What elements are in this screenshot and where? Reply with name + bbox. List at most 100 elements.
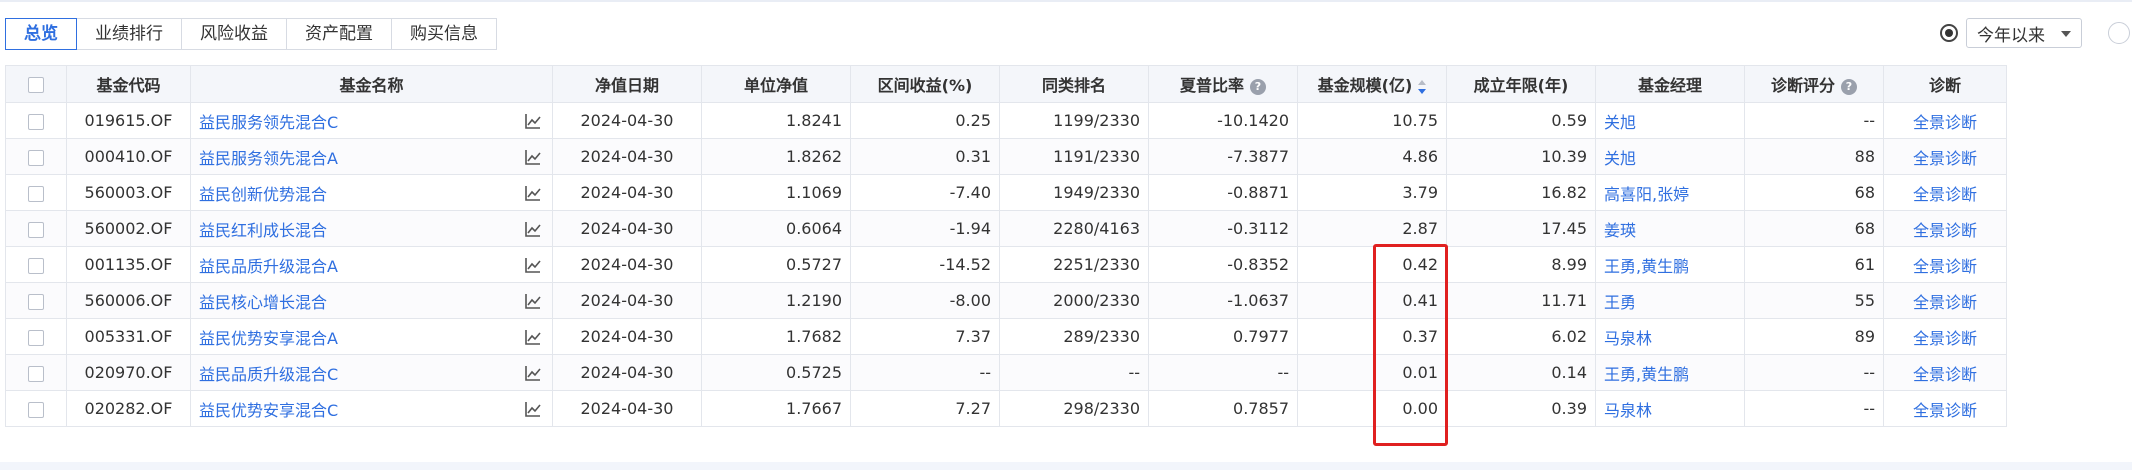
unit-nav: 1.7682 xyxy=(701,318,851,355)
tab-performance-ranking[interactable]: 业绩排行 xyxy=(77,18,182,50)
row-checkbox-cell[interactable] xyxy=(5,174,67,211)
view-tabs: 总览 业绩排行 风险收益 资产配置 购买信息 xyxy=(5,18,497,50)
fund-manager-link[interactable]: 王勇 xyxy=(1604,293,1636,312)
row-checkbox[interactable] xyxy=(28,221,44,238)
diagnosis-cell: 全景诊断 xyxy=(1883,102,2007,139)
fund-manager-link[interactable]: 高喜阳,张婷 xyxy=(1604,185,1689,204)
chart-icon[interactable] xyxy=(524,328,542,346)
diagnosis-link[interactable]: 全景诊断 xyxy=(1913,329,1977,348)
chart-icon[interactable] xyxy=(524,364,542,382)
peer-rank: 2280/4163 xyxy=(999,210,1149,247)
select-all-cell[interactable] xyxy=(5,65,67,103)
col-years: 成立年限(年) xyxy=(1446,65,1596,103)
fund-code: 560006.OF xyxy=(66,282,191,319)
chart-icon[interactable] xyxy=(524,112,542,130)
fund-manager-link[interactable]: 王勇,黄生鹏 xyxy=(1604,257,1689,276)
diagnosis-link[interactable]: 全景诊断 xyxy=(1913,185,1977,204)
unit-nav: 0.5725 xyxy=(701,354,851,391)
years-established: 0.14 xyxy=(1446,354,1596,391)
diagnosis-link[interactable]: 全景诊断 xyxy=(1913,401,1977,420)
fund-name-link[interactable]: 益民品质升级混合C xyxy=(199,365,338,384)
fund-manager-link[interactable]: 马泉林 xyxy=(1604,401,1652,420)
sort-icon[interactable] xyxy=(1418,79,1427,94)
row-checkbox-cell[interactable] xyxy=(5,246,67,283)
diagnosis-link[interactable]: 全景诊断 xyxy=(1913,365,1977,384)
fund-size: 0.01 xyxy=(1297,354,1447,391)
range-select[interactable]: 今年以来 xyxy=(1966,18,2082,48)
chart-icon[interactable] xyxy=(524,292,542,310)
row-checkbox-cell[interactable] xyxy=(5,210,67,247)
fund-name-cell: 益民优势安享混合A xyxy=(190,318,553,355)
row-checkbox-cell[interactable] xyxy=(5,318,67,355)
select-all-checkbox[interactable] xyxy=(28,77,44,93)
diagnosis-link[interactable]: 全景诊断 xyxy=(1913,293,1977,312)
bottom-divider xyxy=(0,462,2132,470)
row-checkbox-cell[interactable] xyxy=(5,102,67,139)
row-checkbox[interactable] xyxy=(28,257,44,274)
fund-manager-link[interactable]: 姜瑛 xyxy=(1604,221,1636,240)
fund-name-link[interactable]: 益民创新优势混合 xyxy=(199,185,327,204)
diagnosis-cell: 全景诊断 xyxy=(1883,138,2007,175)
row-checkbox[interactable] xyxy=(28,401,44,418)
diagnosis-score: 68 xyxy=(1744,210,1884,247)
diagnosis-link[interactable]: 全景诊断 xyxy=(1913,257,1977,276)
unit-nav: 1.8241 xyxy=(701,102,851,139)
fund-manager-cell: 王勇 xyxy=(1595,282,1745,319)
diagnosis-cell: 全景诊断 xyxy=(1883,282,2007,319)
col-peer-rank: 同类排名 xyxy=(999,65,1149,103)
years-established: 16.82 xyxy=(1446,174,1596,211)
diagnosis-link[interactable]: 全景诊断 xyxy=(1913,221,1977,240)
col-sharpe: 夏普比率? xyxy=(1148,65,1298,103)
fund-manager-link[interactable]: 王勇,黄生鹏 xyxy=(1604,365,1689,384)
fund-name-link[interactable]: 益民服务领先混合C xyxy=(199,113,338,132)
tab-purchase-info[interactable]: 购买信息 xyxy=(392,18,497,50)
nav-date: 2024-04-30 xyxy=(552,318,702,355)
diagnosis-link[interactable]: 全景诊断 xyxy=(1913,113,1977,132)
chart-icon[interactable] xyxy=(524,400,542,418)
fund-name-link[interactable]: 益民品质升级混合A xyxy=(199,257,338,276)
nav-date: 2024-04-30 xyxy=(552,354,702,391)
peer-rank: -- xyxy=(999,354,1149,391)
row-checkbox-cell[interactable] xyxy=(5,390,67,427)
chart-icon[interactable] xyxy=(524,256,542,274)
help-icon[interactable]: ? xyxy=(1841,78,1857,95)
chart-icon[interactable] xyxy=(524,148,542,166)
row-checkbox[interactable] xyxy=(28,365,44,382)
fund-manager-link[interactable]: 关旭 xyxy=(1604,149,1636,168)
fund-manager-link[interactable]: 关旭 xyxy=(1604,113,1636,132)
second-range-radio[interactable] xyxy=(2108,22,2130,44)
years-established: 17.45 xyxy=(1446,210,1596,247)
tab-overview[interactable]: 总览 xyxy=(5,18,77,50)
row-checkbox[interactable] xyxy=(28,329,44,346)
fund-name-link[interactable]: 益民核心增长混合 xyxy=(199,293,327,312)
period-return: -7.40 xyxy=(850,174,1000,211)
fund-manager-link[interactable]: 马泉林 xyxy=(1604,329,1652,348)
col-fund-size[interactable]: 基金规模(亿) xyxy=(1297,65,1447,103)
help-icon[interactable]: ? xyxy=(1250,78,1266,95)
row-checkbox[interactable] xyxy=(28,149,44,166)
peer-rank: 289/2330 xyxy=(999,318,1149,355)
col-score-label: 诊断评分 xyxy=(1770,76,1835,95)
row-checkbox-cell[interactable] xyxy=(5,282,67,319)
sharpe-ratio: -0.3112 xyxy=(1148,210,1298,247)
fund-name-link[interactable]: 益民红利成长混合 xyxy=(199,221,327,240)
unit-nav: 1.1069 xyxy=(701,174,851,211)
table-row: 020282.OF 益民优势安享混合C 2024-04-30 1.7667 7.27 29… xyxy=(5,390,2007,427)
row-checkbox[interactable] xyxy=(28,293,44,310)
tab-asset-allocation[interactable]: 资产配置 xyxy=(287,18,392,50)
range-radio[interactable] xyxy=(1940,24,1958,42)
row-checkbox-cell[interactable] xyxy=(5,138,67,175)
fund-name-link[interactable]: 益民优势安享混合A xyxy=(199,329,338,348)
row-checkbox-cell[interactable] xyxy=(5,354,67,391)
tab-risk-return[interactable]: 风险收益 xyxy=(182,18,287,50)
fund-manager-cell: 马泉林 xyxy=(1595,390,1745,427)
fund-name-cell: 益民创新优势混合 xyxy=(190,174,553,211)
fund-size: 0.37 xyxy=(1297,318,1447,355)
fund-name-link[interactable]: 益民优势安享混合C xyxy=(199,401,338,420)
diagnosis-link[interactable]: 全景诊断 xyxy=(1913,149,1977,168)
chart-icon[interactable] xyxy=(524,184,542,202)
chart-icon[interactable] xyxy=(524,220,542,238)
row-checkbox[interactable] xyxy=(28,113,44,130)
row-checkbox[interactable] xyxy=(28,185,44,202)
fund-name-link[interactable]: 益民服务领先混合A xyxy=(199,149,338,168)
